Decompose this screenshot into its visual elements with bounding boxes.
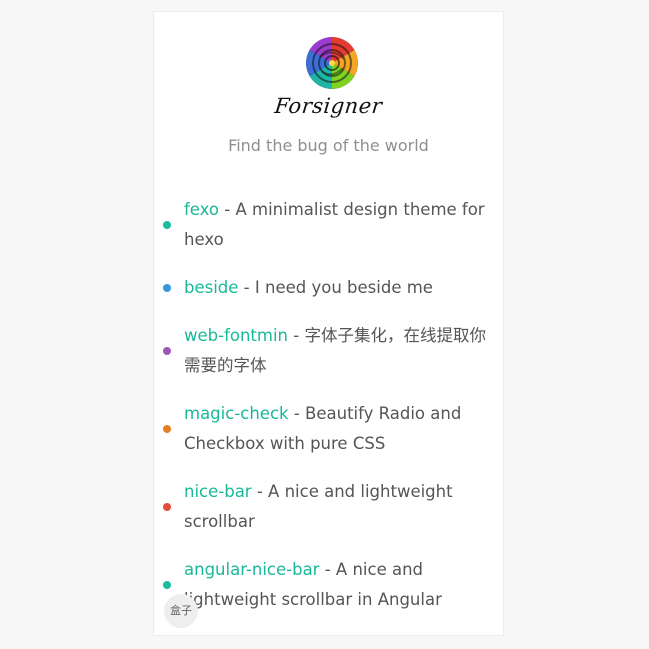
project-description: I need you beside me (254, 278, 433, 297)
project-link-web-fontmin[interactable]: web-fontmin (184, 326, 288, 345)
project-item-magic-check: magic-check - Beautify Radio and Checkbo… (154, 399, 503, 459)
rainbow-rose-icon (306, 37, 358, 89)
separator: - (288, 326, 305, 345)
project-item-fexo: fexo - A minimalist design theme for hex… (154, 195, 503, 255)
box-floating-button[interactable]: 盒子 (164, 594, 198, 628)
bullet-dot (163, 581, 171, 589)
bullet-dot (163, 347, 171, 355)
bullet-dot (163, 503, 171, 511)
project-link-fexo[interactable]: fexo (184, 200, 219, 219)
separator: - (288, 404, 306, 423)
project-link-angular-nice-bar[interactable]: angular-nice-bar (184, 560, 319, 579)
brand-signature: Forsigner (273, 94, 384, 118)
avatar[interactable] (306, 37, 358, 89)
project-link-nice-bar[interactable]: nice-bar (184, 482, 252, 501)
separator: - (251, 482, 269, 501)
separator: - (238, 278, 255, 297)
project-item-angular-nice-bar: angular-nice-bar - A nice and lightweigh… (154, 555, 503, 615)
bullet-dot (163, 425, 171, 433)
separator: - (319, 560, 336, 579)
project-item-beside: beside - I need you beside me (154, 273, 503, 303)
project-link-magic-check[interactable]: magic-check (184, 404, 289, 423)
bullet-dot (163, 221, 171, 229)
project-item-nice-bar: nice-bar - A nice and lightweight scroll… (154, 477, 503, 537)
profile-card: Forsigner Find the bug of the world fexo… (153, 11, 504, 636)
project-list: fexo - A minimalist design theme for hex… (154, 195, 503, 633)
bullet-dot (163, 284, 171, 292)
project-link-beside[interactable]: beside (184, 278, 238, 297)
separator: - (219, 200, 236, 219)
project-item-web-fontmin: web-fontmin - 字体子集化，在线提取你需要的字体 (154, 321, 503, 381)
tagline: Find the bug of the world (228, 136, 429, 155)
